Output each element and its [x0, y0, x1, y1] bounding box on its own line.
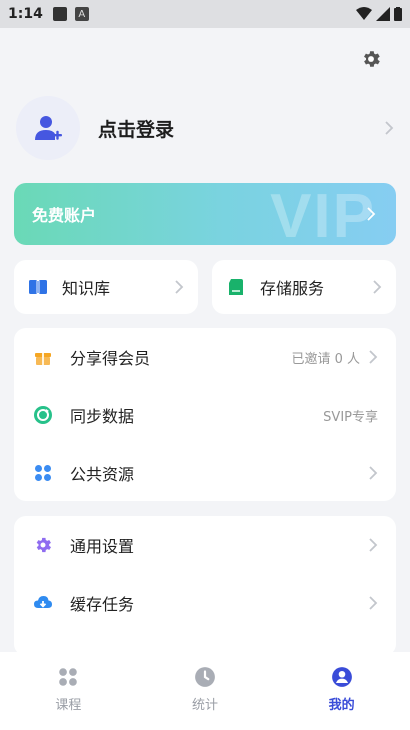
- knowledge-base-label: 知识库: [62, 279, 111, 298]
- storage-service-label: 存储服务: [260, 279, 325, 298]
- status-indicators: [356, 7, 402, 21]
- features-list: 分享得会员 已邀请 0 人 同步数据 SVIP专享 公共资源: [14, 328, 396, 501]
- list-item-public-resources[interactable]: 公共资源: [14, 444, 396, 502]
- share-membership-right: 已邀请 0 人: [291, 348, 378, 367]
- cache-tasks-right: [368, 596, 378, 610]
- vip-watermark: VIP: [270, 183, 376, 245]
- general-settings-label: 通用设置: [70, 537, 135, 556]
- chevron-right-icon: [385, 121, 394, 135]
- app-badge-icon: A: [74, 7, 89, 21]
- settings-list: 通用设置 缓存任务: [14, 516, 396, 656]
- chevron-right-icon: [373, 280, 382, 294]
- cloud-download-icon: [32, 592, 54, 614]
- grid-icon: [59, 668, 78, 686]
- sd-card-icon: [229, 279, 243, 295]
- gift-icon: [32, 346, 54, 368]
- list-item-share-membership[interactable]: 分享得会员 已邀请 0 人: [14, 328, 396, 386]
- vip-card[interactable]: 免费账户 VIP: [14, 183, 396, 245]
- list-item-cache-tasks[interactable]: 缓存任务: [14, 574, 396, 632]
- chevron-right-icon: [369, 596, 378, 610]
- chevron-right-icon: [369, 350, 378, 364]
- sync-data-right: SVIP专享: [323, 406, 378, 425]
- chevron-right-icon: [369, 538, 378, 552]
- status-time: 1:14: [8, 6, 43, 22]
- sync-icon: [32, 404, 54, 426]
- clock-icon: [195, 667, 215, 687]
- nav-stats[interactable]: 统计: [137, 652, 274, 730]
- nav-mine[interactable]: 我的: [273, 652, 410, 730]
- list-item-general-settings[interactable]: 通用设置: [14, 516, 396, 574]
- nav-stats-label: 统计: [192, 698, 219, 713]
- chevron-right-icon: [367, 207, 376, 221]
- public-resources-right: [368, 466, 378, 480]
- screen: 1:14 A 点击登录 免费账户 VIP 知识库 存储服务 分享得会员 已邀请 …: [0, 0, 410, 730]
- chevron-right-icon: [369, 466, 378, 480]
- svip-badge: SVIP专享: [323, 409, 378, 425]
- gear-icon: [32, 534, 54, 556]
- login-row[interactable]: 点击登录: [16, 96, 394, 160]
- grid-icon: [32, 462, 54, 484]
- settings-gear-icon[interactable]: [360, 48, 382, 70]
- book-icon: [29, 280, 47, 294]
- share-membership-label: 分享得会员: [70, 349, 151, 368]
- nav-courses[interactable]: 课程: [0, 652, 137, 730]
- notification-icon: [52, 7, 67, 21]
- bottom-nav: 课程 统计 我的: [0, 652, 410, 730]
- cache-tasks-label: 缓存任务: [70, 595, 135, 614]
- user-icon: [331, 667, 352, 687]
- public-resources-label: 公共资源: [70, 465, 135, 484]
- nav-courses-label: 课程: [55, 698, 82, 713]
- general-settings-right: [368, 538, 378, 552]
- invite-count: 已邀请 0 人: [291, 351, 360, 367]
- avatar[interactable]: [16, 96, 80, 160]
- wifi-icon: [356, 7, 372, 20]
- storage-service-card[interactable]: 存储服务: [212, 260, 396, 314]
- status-bar: 1:14 A: [0, 0, 410, 28]
- list-item-sync-data[interactable]: 同步数据 SVIP专享: [14, 386, 396, 444]
- signal-icon: [376, 7, 390, 21]
- login-label[interactable]: 点击登录: [98, 115, 174, 142]
- nav-mine-label: 我的: [328, 698, 355, 713]
- chevron-right-icon: [175, 280, 184, 294]
- battery-icon: [394, 7, 402, 21]
- add-user-icon: [35, 116, 62, 140]
- sync-data-label: 同步数据: [70, 407, 135, 426]
- vip-account-label: 免费账户: [32, 206, 97, 225]
- knowledge-base-card[interactable]: 知识库: [14, 260, 198, 314]
